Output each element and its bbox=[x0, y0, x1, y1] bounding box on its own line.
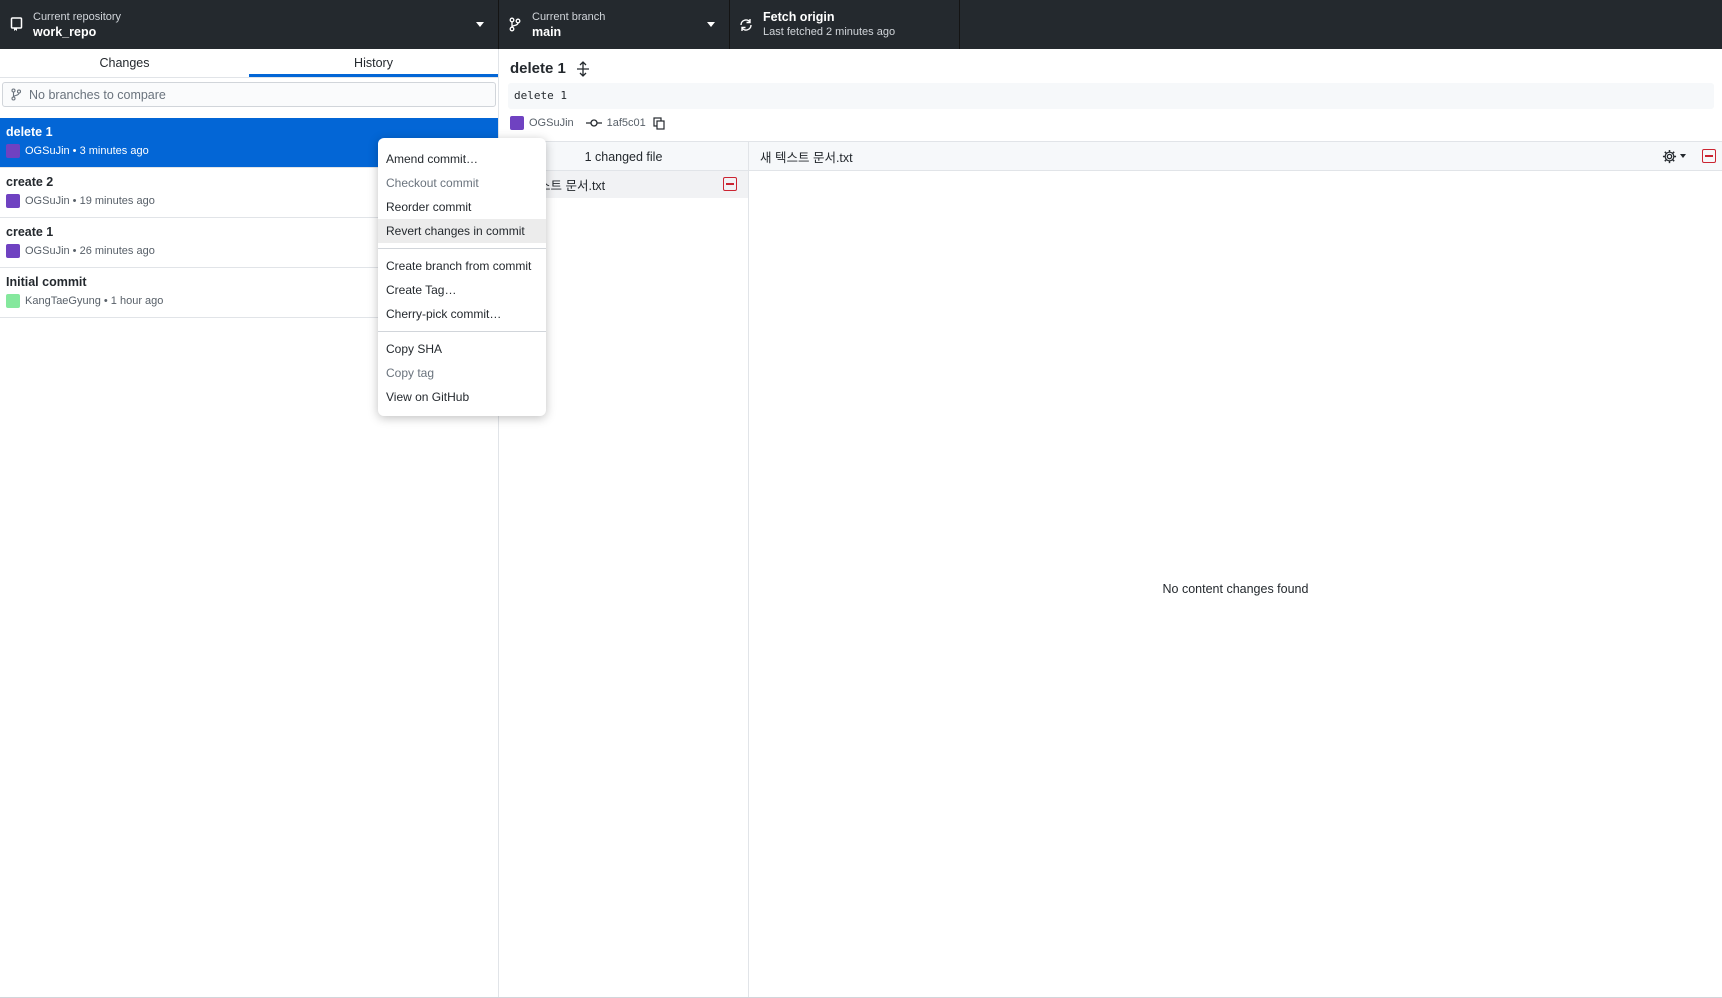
commit-meta: KangTaeGyung • 1 hour ago bbox=[25, 295, 164, 307]
menu-item-amend-commit[interactable]: Amend commit… bbox=[378, 147, 546, 171]
commit-sha-icon bbox=[585, 118, 602, 128]
diff-header: 새 텍스트 문서.txt bbox=[749, 142, 1722, 171]
expand-icon[interactable] bbox=[575, 60, 591, 77]
diff-panel: 새 텍스트 문서.txt No content changes found bbox=[749, 141, 1722, 998]
branch-compare-input[interactable]: No branches to compare bbox=[2, 82, 496, 107]
branch-name: main bbox=[532, 24, 562, 39]
diff-file-name: 새 텍스트 문서.txt bbox=[760, 150, 853, 165]
current-repository-button[interactable]: Current repository work_repo bbox=[0, 0, 499, 49]
menu-item-copy-tag[interactable]: Copy tag bbox=[378, 361, 546, 385]
tab-bar: Changes History bbox=[0, 49, 498, 78]
tab-history[interactable]: History bbox=[249, 49, 498, 77]
branch-label: Current branch bbox=[532, 10, 606, 23]
commit-sha: 1af5c01 bbox=[606, 117, 646, 129]
menu-item-revert-changes[interactable]: Revert changes in commit bbox=[378, 219, 546, 243]
avatar bbox=[6, 244, 20, 258]
commit-meta: OGSuJin • 19 minutes ago bbox=[25, 195, 155, 207]
avatar bbox=[6, 194, 20, 208]
compare-placeholder: No branches to compare bbox=[29, 87, 166, 102]
fetch-status: Last fetched 2 minutes ago bbox=[763, 25, 896, 38]
branch-icon bbox=[11, 87, 23, 102]
commit-context-menu: Amend commit… Checkout commit Reorder co… bbox=[378, 138, 546, 416]
avatar bbox=[510, 116, 524, 130]
toolbar: Current repository work_repo Current bra… bbox=[0, 0, 1722, 49]
diff-options-button[interactable] bbox=[1662, 148, 1688, 164]
tab-changes[interactable]: Changes bbox=[0, 49, 249, 77]
fetch-label: Fetch origin bbox=[763, 9, 835, 24]
gear-icon bbox=[1662, 149, 1677, 163]
menu-item-checkout-commit[interactable]: Checkout commit bbox=[378, 171, 546, 195]
file-deleted-icon bbox=[723, 177, 737, 191]
file-deleted-icon bbox=[1702, 149, 1716, 163]
commit-meta-line: OGSuJin 1af5c01 bbox=[510, 116, 665, 130]
fetch-origin-button[interactable]: Fetch origin Last fetched 2 minutes ago bbox=[730, 0, 960, 49]
branch-icon bbox=[507, 17, 523, 33]
commit-author: OGSuJin bbox=[529, 117, 574, 129]
menu-item-reorder-commit[interactable]: Reorder commit bbox=[378, 195, 546, 219]
chevron-down-icon bbox=[1680, 154, 1686, 158]
menu-item-copy-sha[interactable]: Copy SHA bbox=[378, 337, 546, 361]
empty-diff-message: No content changes found bbox=[1162, 582, 1309, 596]
file-name: 스트 문서.txt bbox=[539, 179, 606, 193]
menu-item-view-on-github[interactable]: View on GitHub bbox=[378, 385, 546, 409]
copy-icon[interactable] bbox=[653, 116, 665, 130]
commit-detail: delete 1 delete 1 OGSuJin 1af5c01 1 chan… bbox=[499, 49, 1722, 998]
chevron-down-icon bbox=[476, 22, 484, 27]
repo-name: work_repo bbox=[33, 24, 97, 39]
menu-separator bbox=[378, 331, 546, 332]
sync-icon bbox=[738, 17, 754, 33]
commit-summary-title: delete 1 bbox=[510, 60, 591, 77]
repo-label: Current repository bbox=[33, 10, 122, 23]
commit-title: delete 1 bbox=[510, 60, 566, 77]
menu-item-create-tag[interactable]: Create Tag… bbox=[378, 278, 546, 302]
repo-icon bbox=[8, 17, 24, 33]
menu-separator bbox=[378, 248, 546, 249]
menu-item-create-branch[interactable]: Create branch from commit bbox=[378, 254, 546, 278]
menu-item-cherry-pick[interactable]: Cherry-pick commit… bbox=[378, 302, 546, 326]
commit-message: delete 1 bbox=[508, 83, 1714, 109]
commit-meta: OGSuJin • 3 minutes ago bbox=[25, 145, 149, 157]
chevron-down-icon bbox=[707, 22, 715, 27]
commit-meta: OGSuJin • 26 minutes ago bbox=[25, 245, 155, 257]
current-branch-button[interactable]: Current branch main bbox=[499, 0, 730, 49]
avatar bbox=[6, 144, 20, 158]
avatar bbox=[6, 294, 20, 308]
